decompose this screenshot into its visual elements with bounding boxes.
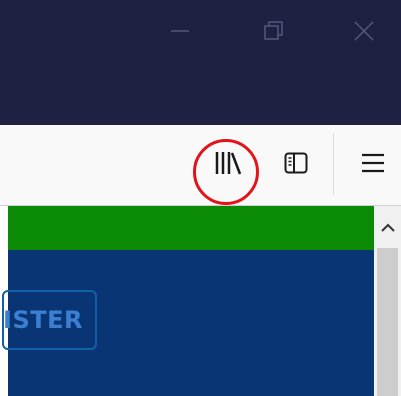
scroll-up-button[interactable] [374,212,401,242]
vertical-scrollbar[interactable] [374,206,401,396]
sidebar-icon [284,152,308,178]
open-menu-button[interactable] [350,142,396,188]
library-button[interactable] [205,142,251,188]
minimize-button[interactable] [150,0,210,66]
register-button[interactable]: ISTER [2,290,97,350]
restore-icon [263,20,285,46]
scrollbar-thumb[interactable] [377,248,398,396]
browser-toolbar [0,125,401,205]
window-titlebar [0,0,401,125]
green-banner [8,206,374,250]
library-icon [214,150,242,180]
close-button[interactable] [334,0,394,66]
hamburger-menu-icon [362,153,384,177]
minimize-icon [170,21,190,45]
chevron-up-icon [380,218,395,237]
sidebar-toggle-button[interactable] [273,142,319,188]
close-icon [353,20,375,46]
restore-button[interactable] [244,0,304,66]
toolbar-separator [333,133,334,195]
